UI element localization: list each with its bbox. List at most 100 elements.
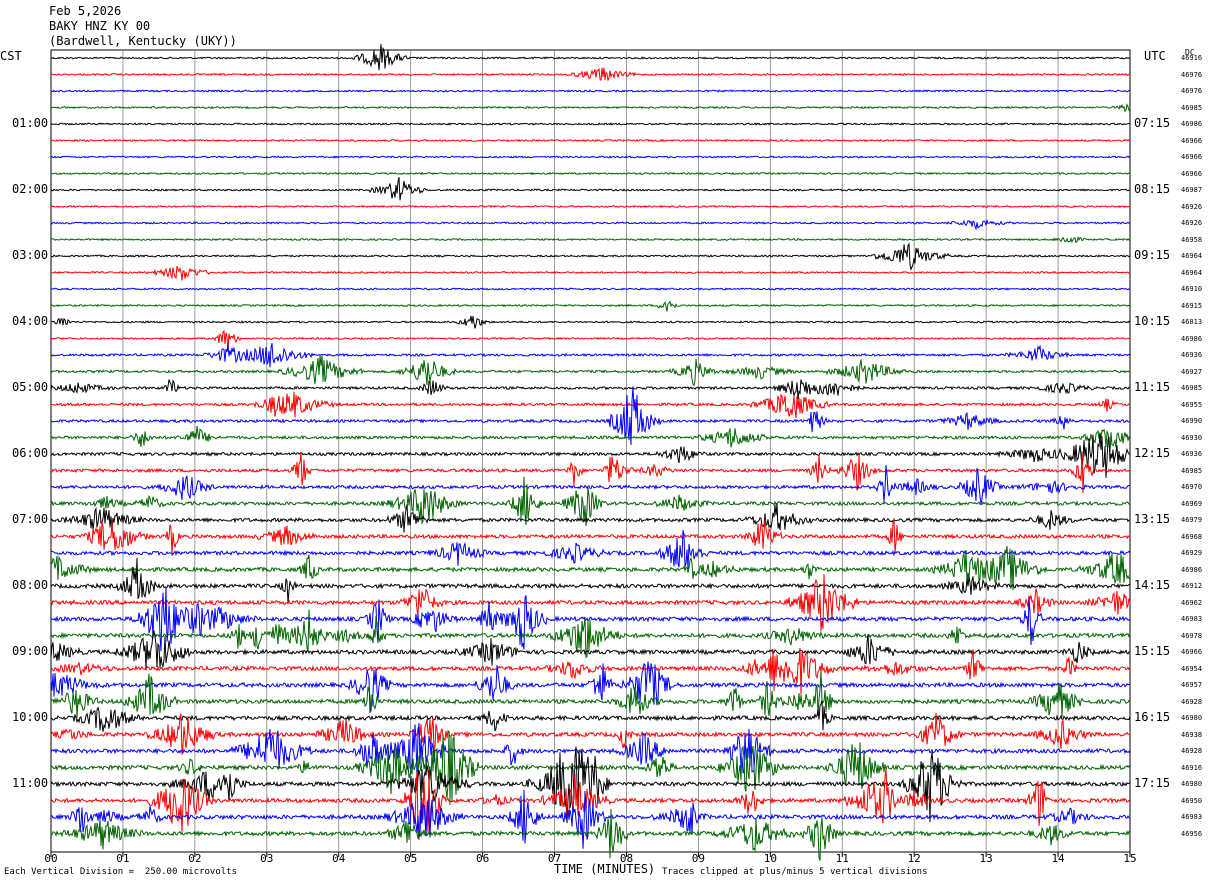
cst-hour-label: 05:00	[12, 380, 49, 394]
utc-hour-label: 13:15	[1134, 512, 1171, 526]
seismic-trace	[50, 300, 1131, 312]
x-axis-title: TIME (MINUTES)	[554, 862, 656, 876]
seismic-trace	[50, 557, 1131, 603]
dc-offset-value: 46986	[1181, 334, 1203, 343]
cst-hour-label: 07:00	[12, 512, 49, 526]
cst-hour-label: 11:00	[12, 776, 49, 790]
seismic-trace	[50, 700, 1131, 732]
seismic-trace	[50, 204, 1131, 209]
seismic-trace	[50, 502, 1130, 533]
dc-offset-value: 46964	[1181, 268, 1203, 277]
seismic-trace	[50, 354, 1131, 387]
clip-note: Traces clipped at plus/minus 5 vertical …	[662, 867, 928, 877]
dc-offset-value: 46966	[1181, 169, 1203, 178]
x-tick-label: 02	[188, 852, 201, 865]
cst-hour-label: 09:00	[12, 644, 49, 658]
cst-hour-label: 03:00	[12, 248, 49, 262]
seismic-trace	[50, 103, 1131, 113]
dc-offset-value: 46936	[1181, 450, 1203, 458]
seismic-trace	[50, 218, 1130, 231]
seismic-trace	[50, 451, 1131, 493]
dc-offset-value: 46986	[1181, 120, 1203, 128]
dc-offset-value: 46985	[1181, 384, 1203, 392]
seismic-trace	[50, 138, 1131, 143]
dc-offset-value: 46979	[1181, 516, 1203, 524]
dc-offset-value: 46916	[1181, 54, 1203, 62]
seismic-trace	[50, 342, 1131, 368]
dc-offset-value: 46930	[1181, 433, 1203, 442]
seismic-trace	[50, 67, 1131, 82]
scale-note: Each Vertical Division = 250.00 microvol…	[4, 867, 237, 877]
dc-offset-value: 46966	[1181, 136, 1203, 145]
dc-offset-value: 46964	[1181, 252, 1203, 260]
utc-hour-label: 12:15	[1134, 446, 1171, 460]
seismic-trace	[50, 426, 1131, 453]
x-tick-label: 00	[44, 852, 57, 865]
seismic-trace	[50, 176, 1131, 201]
seismic-trace	[50, 122, 1131, 126]
dc-offset-value: 46928	[1181, 697, 1203, 706]
dc-offset-value: 46928	[1181, 747, 1203, 755]
x-tick-label: 05	[404, 852, 417, 865]
seismic-trace	[50, 330, 1131, 351]
dc-offset-value: 46916	[1181, 763, 1203, 772]
seismic-trace	[50, 235, 1131, 244]
utc-hour-label: 07:15	[1134, 116, 1171, 130]
dc-offset-value: 46985	[1181, 466, 1203, 475]
seismic-trace	[50, 768, 1131, 840]
dc-offset-value: 46956	[1181, 829, 1203, 838]
x-tick-label: 01	[116, 852, 129, 865]
seismic-trace	[50, 315, 1131, 329]
dc-offset-value: 46955	[1181, 400, 1203, 409]
dc-offset-value: 46926	[1181, 219, 1203, 227]
x-tick-label: 15	[1123, 852, 1136, 865]
dc-offset-value: 46936	[1181, 351, 1203, 359]
dc-offset-value: 46983	[1181, 615, 1203, 623]
cst-hour-label: 06:00	[12, 446, 49, 460]
seismic-trace	[50, 712, 1131, 755]
seismic-trace	[50, 265, 1131, 281]
utc-hour-label: 08:15	[1134, 182, 1171, 196]
dc-offset-value: 46915	[1181, 301, 1203, 310]
utc-hour-label: 14:15	[1134, 578, 1171, 592]
dc-offset-value: 46912	[1181, 582, 1203, 590]
dc-offset-value: 46813	[1181, 318, 1203, 326]
x-tick-label: 12	[908, 852, 921, 865]
dc-offset-value: 46980	[1181, 780, 1203, 788]
dc-offset-value: 46954	[1181, 664, 1203, 673]
dc-offset-value: 46990	[1181, 417, 1203, 425]
seismic-trace	[50, 379, 1131, 400]
seismic-trace	[50, 89, 1131, 93]
dc-offset-value: 46929	[1181, 549, 1203, 557]
plot-frame	[50, 49, 1131, 853]
seismic-trace	[50, 287, 1131, 291]
utc-hour-label: 17:15	[1134, 776, 1171, 790]
dc-offset-value: 46980	[1181, 714, 1203, 722]
dc-offset-value: 46976	[1181, 87, 1203, 95]
cst-hour-label: 02:00	[12, 182, 49, 196]
dc-offset-value: 46985	[1181, 103, 1203, 112]
x-tick-label: 10	[764, 852, 777, 865]
seismic-trace	[50, 155, 1131, 159]
seismic-trace	[50, 670, 1131, 719]
helicorder-plot: 00 01 02 03 04 05 06 07 08 09 10 11 12 13 14 15	[44, 44, 1137, 865]
x-tick-label: 14	[1051, 852, 1065, 865]
utc-hour-label: 09:15	[1134, 248, 1171, 262]
dc-offset-value: 46962	[1181, 598, 1203, 607]
dc-offset-value: 46969	[1181, 499, 1203, 508]
cst-hour-label: 10:00	[12, 710, 49, 724]
dc-offset-value: 46976	[1181, 70, 1203, 79]
dc-offset-value: 46966	[1181, 153, 1203, 161]
seismic-trace	[50, 391, 1131, 419]
dc-offset-value: 46966	[1181, 648, 1203, 656]
x-tick-label: 06	[476, 852, 489, 865]
seismic-trace	[50, 647, 1131, 695]
seismic-trace	[50, 171, 1131, 176]
seismic-trace	[50, 476, 1131, 527]
x-tick-label: 11	[836, 852, 849, 865]
x-tick-label: 09	[692, 852, 705, 865]
cst-hour-label: 04:00	[12, 314, 49, 328]
dc-offset-value: 46950	[1181, 796, 1203, 805]
dc-offset-value: 46958	[1181, 235, 1203, 244]
cst-hour-label: 08:00	[12, 578, 49, 592]
